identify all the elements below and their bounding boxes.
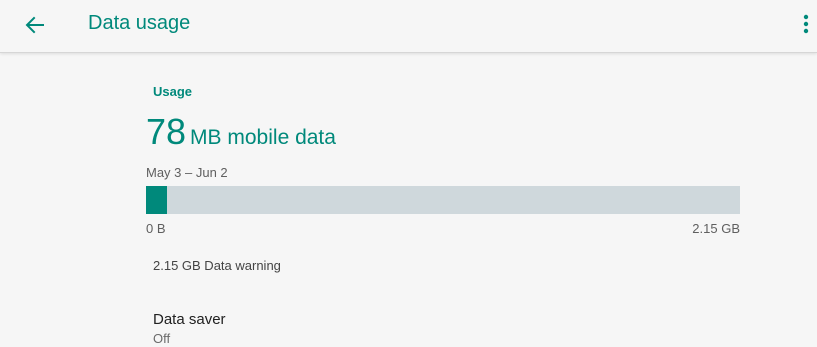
more-options-button[interactable] [796,10,816,38]
data-saver-status: Off [153,331,171,346]
usage-unit-label: MB mobile data [190,126,336,149]
usage-summary: 78 MB mobile data [146,112,336,158]
arrow-back-icon [25,16,44,34]
usage-bar-max-label: 2.15 GB [692,221,740,236]
data-saver-item[interactable]: Data saver Off [153,310,753,347]
more-vert-icon [803,14,809,34]
usage-amount: 78 [146,111,187,152]
usage-bar-min-label: 0 B [146,221,166,236]
usage-progress-fill [146,186,168,214]
back-button[interactable] [18,8,52,42]
data-saver-title: Data saver [153,311,226,328]
data-usage-screen: Data usage Usage 78 MB mobile data May 3 … [0,0,817,347]
usage-progress-bar [146,186,740,214]
data-warning-item[interactable]: 2.15 GB Data warning [153,258,281,273]
page-title: Data usage [88,12,191,34]
billing-cycle-range: May 3 – Jun 2 [146,165,228,180]
toolbar: Data usage [0,0,817,53]
usage-section-header: Usage [153,84,193,99]
